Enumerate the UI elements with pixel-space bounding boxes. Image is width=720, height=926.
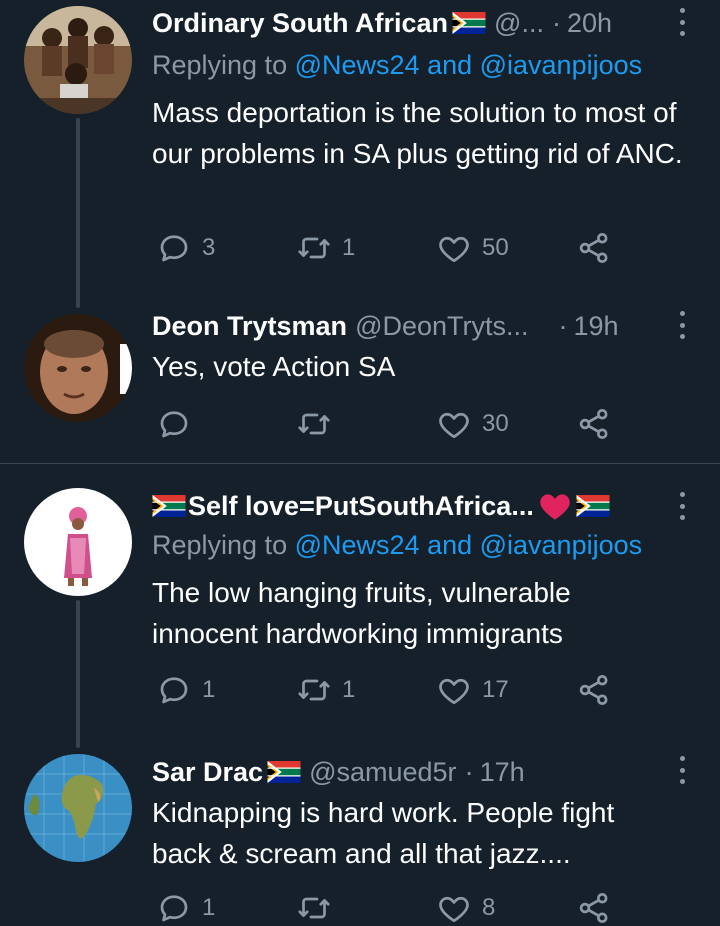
like-count: 17 — [482, 676, 509, 703]
more-options-icon[interactable] — [678, 756, 686, 784]
replying-to: Replying to @News24 and @iavanpijoos — [152, 530, 642, 561]
reply-icon — [156, 406, 192, 442]
reply-button[interactable] — [156, 406, 202, 442]
retweet-count: 1 — [342, 676, 356, 703]
like-button[interactable]: 50 — [436, 230, 509, 266]
display-name[interactable]: Self love=PutSouthAfrica... — [188, 491, 534, 522]
replying-to: Replying to @News24 and @iavanpijoos — [152, 50, 642, 81]
timestamp[interactable]: 17h — [480, 757, 525, 788]
like-count: 30 — [482, 410, 509, 437]
south-africa-flag-icon — [152, 495, 186, 517]
share-button[interactable] — [576, 890, 612, 926]
share-icon — [576, 890, 612, 926]
tweet[interactable]: Ordinary South African @... · 20h Replyi… — [0, 0, 720, 300]
retweet-button[interactable]: 1 — [296, 230, 355, 266]
tweet[interactable]: Sar Drac @samued5r · 17h Kidnapping is h… — [0, 740, 720, 917]
share-button[interactable] — [576, 406, 612, 442]
heart-icon — [436, 672, 472, 708]
like-button[interactable]: 17 — [436, 672, 509, 708]
reply-button[interactable]: 3 — [156, 230, 215, 266]
tweet-header: Deon Trytsman @DeonTryts... · 19h — [152, 306, 690, 346]
tweet[interactable]: Self love=PutSouthAfrica... Replying to … — [0, 464, 720, 740]
replying-to-label: Replying to — [152, 530, 288, 560]
like-button[interactable]: 8 — [436, 890, 495, 926]
retweet-count: 1 — [342, 234, 356, 261]
reply-count: 3 — [202, 234, 216, 261]
user-handle[interactable]: @DeonTryts... — [355, 311, 528, 342]
reply-icon — [156, 230, 192, 266]
share-icon — [576, 406, 612, 442]
like-count: 8 — [482, 894, 496, 921]
reply-count: 1 — [202, 894, 216, 921]
more-options-icon[interactable] — [678, 492, 686, 520]
display-name[interactable]: Sar Drac — [152, 757, 263, 788]
tweet-text: Mass deportation is the solution to most… — [152, 97, 683, 169]
separator-dot: · — [464, 756, 474, 787]
share-icon — [576, 230, 612, 266]
heart-icon — [436, 406, 472, 442]
display-name[interactable]: Deon Trytsman — [152, 311, 347, 342]
separator-dot: · — [558, 310, 568, 341]
reply-count: 1 — [202, 676, 216, 703]
retweet-icon — [296, 672, 332, 708]
replying-to-label: Replying to — [152, 50, 288, 80]
avatar[interactable] — [24, 6, 132, 114]
avatar[interactable] — [24, 488, 132, 596]
retweet-icon — [296, 890, 332, 926]
red-heart-icon — [540, 494, 570, 520]
heart-icon — [436, 230, 472, 266]
separator-dot: · — [551, 7, 561, 38]
retweet-button[interactable] — [296, 406, 342, 442]
avatar[interactable] — [24, 314, 132, 422]
tweet-text: The low hanging fruits, vulnerable innoc… — [152, 577, 571, 649]
like-count: 50 — [482, 234, 509, 261]
retweet-button[interactable] — [296, 890, 342, 926]
south-africa-flag-icon — [452, 12, 486, 34]
tweet[interactable]: Deon Trytsman @DeonTryts... · 19h Yes, v… — [0, 300, 720, 463]
timestamp[interactable]: 19h — [574, 311, 619, 342]
display-name[interactable]: Ordinary South African — [152, 8, 448, 39]
share-button[interactable] — [576, 672, 612, 708]
reply-button[interactable]: 1 — [156, 672, 215, 708]
retweet-icon — [296, 406, 332, 442]
more-options-icon[interactable] — [678, 311, 686, 339]
user-handle[interactable]: @samued5r — [309, 757, 456, 788]
tweet-header: Ordinary South African @... · 20h — [152, 3, 690, 43]
tweet-text: Yes, vote Action SA — [152, 351, 396, 382]
south-africa-flag-icon — [267, 761, 301, 783]
south-africa-flag-icon — [576, 495, 610, 517]
tweet-header: Sar Drac @samued5r · 17h — [152, 752, 690, 792]
avatar[interactable] — [24, 754, 132, 862]
share-icon — [576, 672, 612, 708]
more-options-icon[interactable] — [678, 8, 686, 36]
reply-icon — [156, 890, 192, 926]
replying-to-links[interactable]: @News24 and @iavanpijoos — [295, 530, 643, 560]
user-handle[interactable]: @... — [494, 8, 544, 39]
replying-to-links[interactable]: @News24 and @iavanpijoos — [295, 50, 643, 80]
retweet-button[interactable]: 1 — [296, 672, 355, 708]
reply-icon — [156, 672, 192, 708]
share-button[interactable] — [576, 230, 612, 266]
retweet-icon — [296, 230, 332, 266]
timestamp[interactable]: 20h — [567, 8, 612, 39]
like-button[interactable]: 30 — [436, 406, 509, 442]
tweet-header: Self love=PutSouthAfrica... — [152, 486, 690, 526]
reply-button[interactable]: 1 — [156, 890, 215, 926]
heart-icon — [436, 890, 472, 926]
tweet-text: Kidnapping is hard work. People fight ba… — [152, 797, 615, 869]
